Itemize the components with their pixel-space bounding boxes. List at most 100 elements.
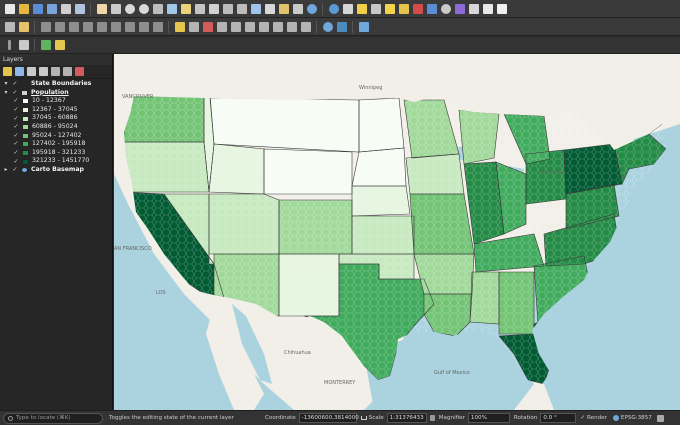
crs-globe-icon[interactable] bbox=[612, 415, 619, 421]
lock-scale-icon[interactable] bbox=[429, 415, 435, 421]
select-features-icon[interactable] bbox=[355, 2, 368, 15]
expand-arrow-icon[interactable]: ▾ bbox=[3, 81, 9, 87]
zoom-rubber-icon[interactable] bbox=[151, 2, 164, 15]
zoom-in-icon[interactable] bbox=[123, 2, 136, 15]
legend-item[interactable]: ✓ 37045 - 60886 bbox=[0, 114, 112, 123]
settings-icon[interactable] bbox=[439, 2, 452, 15]
annotation-icon[interactable] bbox=[481, 2, 494, 15]
zoom-next-icon[interactable] bbox=[235, 2, 248, 15]
filter-legend-icon[interactable] bbox=[39, 67, 48, 76]
save-project-icon[interactable] bbox=[31, 2, 44, 15]
map-svg[interactable]: VANCOUVER Winnipeg ORONTO AN FRANCISCO LOS Ch… bbox=[114, 54, 680, 410]
save-as-icon[interactable] bbox=[45, 2, 58, 15]
bookmark-icon[interactable] bbox=[277, 2, 290, 15]
move-feature-icon[interactable] bbox=[67, 20, 80, 33]
paste-features-icon[interactable] bbox=[123, 20, 136, 33]
legend-item[interactable]: ✓ 12367 - 37045 bbox=[0, 106, 112, 115]
zoom-native-icon[interactable] bbox=[207, 2, 220, 15]
add-feature-icon[interactable] bbox=[39, 20, 52, 33]
legend-checkbox[interactable]: ✓ bbox=[13, 115, 19, 122]
rotate-label-icon[interactable] bbox=[243, 20, 256, 33]
print-layout-icon[interactable] bbox=[59, 2, 72, 15]
new-3d-view-icon[interactable] bbox=[263, 2, 276, 15]
select-tool-icon[interactable] bbox=[17, 39, 30, 52]
pan-to-selection-icon[interactable] bbox=[109, 2, 122, 15]
legend-item[interactable]: ✓ 321233 - 1451770 bbox=[0, 157, 112, 166]
current-edits-icon[interactable] bbox=[3, 20, 16, 33]
refresh-icon[interactable] bbox=[305, 2, 318, 15]
layout-manager-icon[interactable] bbox=[73, 2, 86, 15]
callout-icon[interactable] bbox=[299, 20, 312, 33]
zoom-selection-icon[interactable] bbox=[179, 2, 192, 15]
toggle-editing-icon[interactable] bbox=[17, 20, 30, 33]
python-console-icon[interactable] bbox=[335, 20, 348, 33]
legend-item[interactable]: ✓ 127402 - 195918 bbox=[0, 140, 112, 149]
legend-checkbox[interactable]: ✓ bbox=[13, 158, 19, 165]
redo-icon[interactable] bbox=[151, 20, 164, 33]
layer-visibility-checkbox[interactable]: ✓ bbox=[12, 89, 18, 96]
legend-checkbox[interactable]: ✓ bbox=[13, 150, 19, 156]
delete-selected-icon[interactable] bbox=[81, 20, 94, 33]
messages-icon[interactable] bbox=[656, 414, 664, 422]
new-project-icon[interactable] bbox=[3, 2, 16, 15]
zoom-last-icon[interactable] bbox=[221, 2, 234, 15]
legend-item[interactable]: ✓ 95024 - 127402 bbox=[0, 132, 112, 141]
magnifier-field[interactable]: 100% bbox=[467, 413, 510, 423]
coordinate-field[interactable]: -13600600,3814000 bbox=[298, 413, 359, 423]
copy-features-icon[interactable] bbox=[109, 20, 122, 33]
change-label-icon[interactable] bbox=[257, 20, 270, 33]
text-annotation-icon[interactable] bbox=[495, 2, 508, 15]
show-labels-icon[interactable] bbox=[201, 20, 214, 33]
expand-arrow-icon[interactable]: ▾ bbox=[3, 89, 9, 96]
cut-features-icon[interactable] bbox=[95, 20, 108, 33]
statistics-icon[interactable] bbox=[411, 2, 424, 15]
globe-icon[interactable] bbox=[321, 20, 334, 33]
attribute-search-icon[interactable] bbox=[341, 2, 354, 15]
show-bookmarks-icon[interactable] bbox=[291, 2, 304, 15]
legend-checkbox[interactable]: ✓ bbox=[13, 124, 19, 130]
new-map-view-icon[interactable] bbox=[249, 2, 262, 15]
expand-arrow-icon[interactable]: ▸ bbox=[3, 167, 9, 173]
zoom-out-icon[interactable] bbox=[137, 2, 150, 15]
pin-labels-icon[interactable] bbox=[187, 20, 200, 33]
rotation-field[interactable]: 0.0 ° bbox=[540, 413, 577, 423]
legend-item[interactable]: ✓ 195918 - 321233 bbox=[0, 149, 112, 158]
render-checkbox[interactable]: ✓ bbox=[580, 415, 585, 421]
layer-row-population[interactable]: ▾ ✓ Population bbox=[0, 89, 112, 98]
highlight-labels-icon[interactable] bbox=[215, 20, 228, 33]
legend-item[interactable]: ✓ 60886 - 95024 bbox=[0, 123, 112, 132]
legend-checkbox[interactable]: ✓ bbox=[13, 98, 19, 104]
grass-tools-icon[interactable] bbox=[357, 20, 370, 33]
plugin-icon[interactable] bbox=[453, 2, 466, 15]
toolbox-icon[interactable] bbox=[425, 2, 438, 15]
zoom-layer-icon[interactable] bbox=[193, 2, 206, 15]
open-project-icon[interactable] bbox=[17, 2, 30, 15]
manage-themes-icon[interactable] bbox=[27, 67, 36, 76]
crs-label[interactable]: EPSG:3857 bbox=[621, 415, 652, 421]
scale-field[interactable]: 1:31376433 bbox=[386, 413, 427, 423]
move-label-icon[interactable] bbox=[229, 20, 242, 33]
attribute-table-icon[interactable] bbox=[397, 2, 410, 15]
layer-row-state-boundaries[interactable]: ▾ ✓ State Boundaries bbox=[0, 80, 112, 89]
label-tool-icon[interactable] bbox=[173, 20, 186, 33]
add-group-icon[interactable] bbox=[15, 67, 24, 76]
layer-visibility-checkbox[interactable]: ✓ bbox=[12, 167, 18, 173]
crs-icon[interactable] bbox=[53, 39, 66, 52]
undo-icon[interactable] bbox=[137, 20, 150, 33]
legend-checkbox[interactable]: ✓ bbox=[13, 107, 19, 113]
vertex-tool-icon[interactable] bbox=[53, 20, 66, 33]
legend-checkbox[interactable]: ✓ bbox=[13, 141, 19, 147]
locator-search-field[interactable]: Type to locate (⌘K) bbox=[3, 412, 103, 424]
zoom-full-icon[interactable] bbox=[165, 2, 178, 15]
identify-icon[interactable] bbox=[327, 2, 340, 15]
collapse-all-icon[interactable] bbox=[63, 67, 72, 76]
move-handle-icon[interactable] bbox=[3, 39, 16, 52]
diagram-icon[interactable] bbox=[271, 20, 284, 33]
pan-icon[interactable] bbox=[95, 2, 108, 15]
legend-checkbox[interactable]: ✓ bbox=[13, 132, 19, 139]
field-calculator-icon[interactable] bbox=[383, 2, 396, 15]
remove-layer-icon[interactable] bbox=[75, 67, 84, 76]
legend-item[interactable]: ✓ 10 - 12367 bbox=[0, 97, 112, 106]
expand-all-icon[interactable] bbox=[51, 67, 60, 76]
open-styling-icon[interactable] bbox=[3, 67, 12, 76]
